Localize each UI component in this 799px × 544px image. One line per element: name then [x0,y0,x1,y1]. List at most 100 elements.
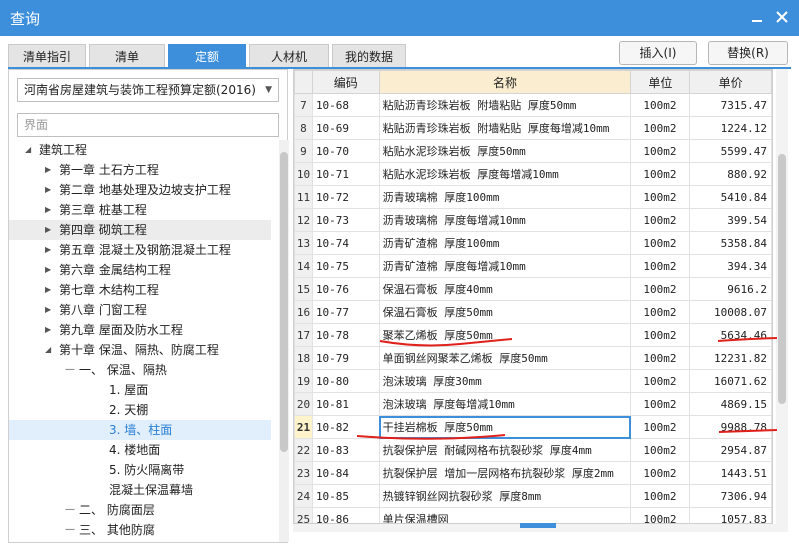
tree-item[interactable]: ▶ 第二章 地基处理及边坡支护工程 [9,180,271,200]
unit-cell[interactable]: 100m2 [630,93,691,117]
unit-cell[interactable]: 100m2 [630,116,691,140]
tree-item[interactable]: ▶ 第三章 桩基工程 [9,200,271,220]
tree-item[interactable]: — 一、 保温、隔热 [9,360,271,380]
code-cell[interactable]: 10-86 [311,507,380,523]
table-row[interactable]: 21 10-82 干挂岩棉板 厚度50mm 100m2 9988.78 [294,415,772,439]
code-cell[interactable]: 10-78 [311,323,380,347]
tab-my-data[interactable]: 我的数据 [332,44,406,68]
code-cell[interactable]: 10-69 [311,116,380,140]
tree-item[interactable]: ◢ 建筑工程 [9,140,271,160]
code-cell[interactable]: 10-68 [311,93,380,117]
name-cell[interactable]: 单面钢丝网聚苯乙烯板 厚度50mm [378,346,632,370]
tree-item[interactable]: — 二、 防腐面层 [9,500,271,520]
tree-item[interactable]: ▶ 第五章 混凝土及钢筋混凝土工程 [9,240,271,260]
code-cell[interactable]: 10-84 [311,461,380,485]
code-cell[interactable]: 10-85 [311,484,380,508]
search-input[interactable]: 界面 [17,113,279,137]
table-row[interactable]: 11 10-72 沥青玻璃棉 厚度100mm 100m2 5410.84 [294,185,772,209]
table-row[interactable]: 23 10-84 抗裂保护层 增加一层网格布抗裂砂浆 厚度2mm 100m2 1443.… [294,461,772,485]
name-cell[interactable]: 粘贴水泥珍珠岩板 厚度每增减10mm [378,162,632,186]
price-cell[interactable]: 7306.94 [689,484,772,508]
tree-item[interactable]: — 三、 其他防腐 [9,520,271,540]
unit-cell[interactable]: 100m2 [630,323,691,347]
unit-cell[interactable]: 100m2 [630,231,691,255]
unit-cell[interactable]: 100m2 [630,162,691,186]
tab-labor-material-machine[interactable]: 人材机 [249,44,329,68]
tree-item[interactable]: ▶ 第六章 金属结构工程 [9,260,271,280]
table-scrollbar-thumb[interactable] [778,154,786,404]
insert-button[interactable]: 插入(I) [619,41,697,65]
collapsed-arrow-icon[interactable]: ▶ [45,260,51,280]
tree-item[interactable]: ▶ 第八章 门窗工程 [9,300,271,320]
table-row[interactable]: 12 10-73 沥青玻璃棉 厚度每增减10mm 100m2 399.54 [294,208,772,232]
replace-button[interactable]: 替换(R) [708,41,788,65]
name-cell[interactable]: 抗裂保护层 耐碱网格布抗裂砂浆 厚度4mm [378,438,632,462]
collapsed-arrow-icon[interactable]: ▶ [45,320,51,340]
name-cell[interactable]: 聚苯乙烯板 厚度50mm [378,323,632,347]
table-scrollbar[interactable] [776,69,788,524]
name-cell[interactable]: 粘贴沥青珍珠岩板 附墙粘贴 厚度每增减10mm [378,116,632,140]
name-cell[interactable]: 沥青矿渣棉 厚度100mm [378,231,632,255]
unit-cell[interactable]: 100m2 [630,507,691,523]
table-row[interactable]: 13 10-74 沥青矿渣棉 厚度100mm 100m2 5358.84 [294,231,772,255]
code-cell[interactable]: 10-72 [311,185,380,209]
price-cell[interactable]: 1443.51 [689,461,772,485]
unit-cell[interactable]: 100m2 [630,415,691,439]
collapsed-arrow-icon[interactable]: ▶ [45,240,51,260]
table-row[interactable]: 22 10-83 抗裂保护层 耐碱网格布抗裂砂浆 厚度4mm 100m2 2954.87 [294,438,772,462]
price-column-header[interactable]: 单价 [689,70,772,94]
code-cell[interactable]: 10-79 [311,346,380,370]
unit-cell[interactable]: 100m2 [630,300,691,324]
collapse-dash-icon[interactable]: — [65,360,75,380]
table-row[interactable]: 8 10-69 粘贴沥青珍珠岩板 附墙粘贴 厚度每增减10mm 100m2 1224.1… [294,116,772,140]
code-cell[interactable]: 10-73 [311,208,380,232]
tree-item[interactable]: 2. 天棚 [9,400,271,420]
name-cell[interactable]: 沥青玻璃棉 厚度100mm [378,185,632,209]
collapsed-arrow-icon[interactable]: ▶ [45,280,51,300]
unit-cell[interactable]: 100m2 [630,185,691,209]
table-row[interactable]: 7 10-68 粘贴沥青珍珠岩板 附墙粘贴 厚度50mm 100m2 7315.47 [294,93,772,117]
name-cell[interactable]: 保温石膏板 厚度40mm [378,277,632,301]
tree-item[interactable]: 混凝土保温幕墙 [9,480,271,500]
tree-item[interactable]: 3. 墙、柱面 [9,420,271,440]
table-row[interactable]: 18 10-79 单面钢丝网聚苯乙烯板 厚度50mm 100m2 12231.82 [294,346,772,370]
expanded-arrow-icon[interactable]: ◢ [25,140,31,160]
price-cell[interactable]: 1224.12 [689,116,772,140]
tree-scrollbar[interactable] [279,140,289,542]
code-cell[interactable]: 10-80 [311,369,380,393]
price-cell[interactable]: 5410.84 [689,185,772,209]
price-cell[interactable]: 16071.62 [689,369,772,393]
price-cell[interactable]: 12231.82 [689,346,772,370]
collapsed-arrow-icon[interactable]: ▶ [45,220,51,240]
unit-column-header[interactable]: 单位 [630,70,691,94]
name-cell[interactable]: 热镀锌钢丝网抗裂砂浆 厚度8mm [378,484,632,508]
price-cell[interactable]: 399.54 [689,208,772,232]
price-cell[interactable]: 5358.84 [689,231,772,255]
name-cell[interactable]: 粘贴水泥珍珠岩板 厚度50mm [378,139,632,163]
price-cell[interactable]: 7315.47 [689,93,772,117]
collapse-dash-icon[interactable]: — [65,520,75,540]
expanded-arrow-icon[interactable]: ◢ [45,340,51,360]
table-row[interactable]: 10 10-71 粘贴水泥珍珠岩板 厚度每增减10mm 100m2 880.92 [294,162,772,186]
name-cell[interactable]: 泡沫玻璃 厚度每增减10mm [378,392,632,416]
table-row[interactable]: 16 10-77 保温石膏板 厚度50mm 100m2 10008.07 [294,300,772,324]
tree-item[interactable]: ▶ 第九章 屋面及防水工程 [9,320,271,340]
name-cell[interactable]: 抗裂保护层 增加一层网格布抗裂砂浆 厚度2mm [378,461,632,485]
price-cell[interactable]: 2954.87 [689,438,772,462]
name-cell[interactable]: 单片保温槽网 [378,507,632,523]
code-cell[interactable]: 10-74 [311,231,380,255]
code-cell[interactable]: 10-83 [311,438,380,462]
table-row[interactable]: 24 10-85 热镀锌钢丝网抗裂砂浆 厚度8mm 100m2 7306.94 [294,484,772,508]
tree-scrollbar-thumb[interactable] [280,152,288,452]
name-cell[interactable]: 粘贴沥青珍珠岩板 附墙粘贴 厚度50mm [378,93,632,117]
table-row[interactable]: 19 10-80 泡沫玻璃 厚度30mm 100m2 16071.62 [294,369,772,393]
code-cell[interactable]: 10-81 [311,392,380,416]
price-cell[interactable]: 1057.83 [689,507,772,523]
unit-cell[interactable]: 100m2 [630,438,691,462]
unit-cell[interactable]: 100m2 [630,392,691,416]
code-column-header[interactable]: 编码 [311,70,380,94]
unit-cell[interactable]: 100m2 [630,139,691,163]
name-column-header[interactable]: 名称 [378,70,632,94]
name-cell[interactable]: 泡沫玻璃 厚度30mm [378,369,632,393]
name-cell[interactable]: 保温石膏板 厚度50mm [378,300,632,324]
